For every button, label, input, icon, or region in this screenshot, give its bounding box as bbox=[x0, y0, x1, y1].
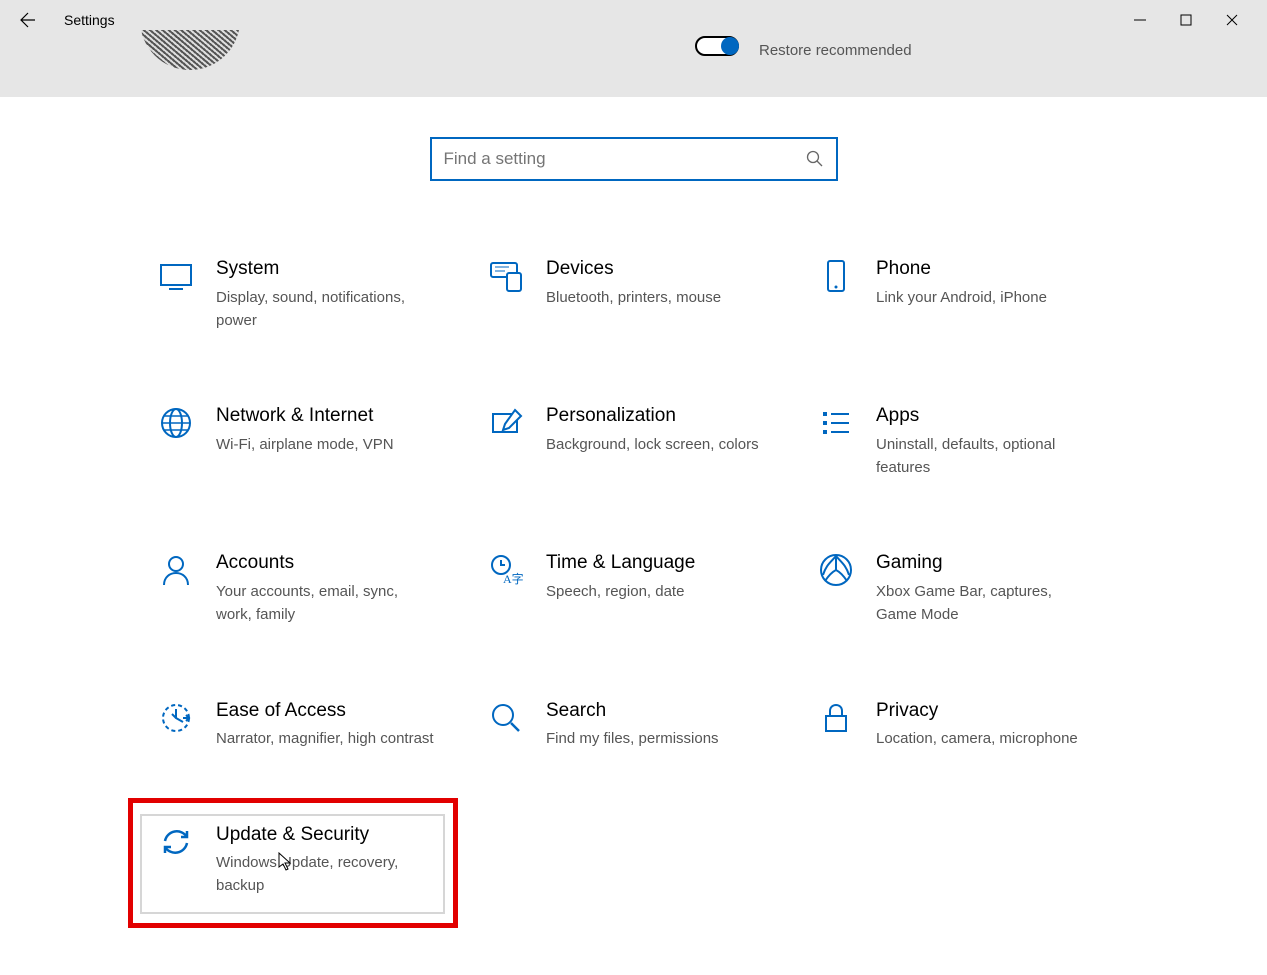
tile-privacy[interactable]: Privacy Location, camera, microphone bbox=[810, 693, 1140, 757]
tile-personalization[interactable]: Personalization Background, lock screen,… bbox=[480, 398, 810, 485]
apps-icon bbox=[816, 404, 856, 444]
search-tile-icon bbox=[486, 699, 526, 739]
tile-title: Ease of Access bbox=[216, 699, 434, 724]
tile-ease-of-access[interactable]: Ease of Access Narrator, magnifier, high… bbox=[150, 693, 480, 757]
tile-phone[interactable]: Phone Link your Android, iPhone bbox=[810, 251, 1140, 338]
tile-time[interactable]: A字 Time & Language Speech, region, date bbox=[480, 545, 810, 632]
header-banner: Restore recommended bbox=[0, 40, 1267, 97]
devices-icon bbox=[486, 257, 526, 297]
avatar bbox=[140, 30, 240, 70]
tile-desc: Display, sound, notifications, power bbox=[216, 286, 436, 333]
search-icon bbox=[806, 150, 824, 168]
tile-desc: Xbox Game Bar, captures, Game Mode bbox=[876, 580, 1096, 627]
tile-title: Phone bbox=[876, 257, 1047, 282]
tile-update-security[interactable]: Update & Security Windows Update, recove… bbox=[150, 817, 480, 904]
time-language-icon: A字 bbox=[486, 551, 526, 591]
maximize-icon bbox=[1180, 14, 1192, 26]
tile-title: Accounts bbox=[216, 551, 436, 576]
search-input[interactable] bbox=[444, 149, 806, 169]
maximize-button[interactable] bbox=[1163, 4, 1209, 36]
tile-title: System bbox=[216, 257, 436, 282]
restore-toggle[interactable] bbox=[695, 36, 739, 56]
tile-accounts[interactable]: Accounts Your accounts, email, sync, wor… bbox=[150, 545, 480, 632]
search-box[interactable] bbox=[430, 137, 838, 181]
privacy-icon bbox=[816, 699, 856, 739]
update-security-icon bbox=[156, 823, 196, 863]
tile-title: Network & Internet bbox=[216, 404, 394, 429]
tile-title: Time & Language bbox=[546, 551, 695, 576]
minimize-button[interactable] bbox=[1117, 4, 1163, 36]
tile-desc: Your accounts, email, sync, work, family bbox=[216, 580, 436, 627]
tile-title: Privacy bbox=[876, 699, 1078, 724]
window-title: Settings bbox=[64, 12, 115, 28]
phone-icon bbox=[816, 257, 856, 297]
tile-network[interactable]: Network & Internet Wi-Fi, airplane mode,… bbox=[150, 398, 480, 485]
tile-title: Search bbox=[546, 699, 719, 724]
tile-title: Devices bbox=[546, 257, 721, 282]
tile-desc: Uninstall, defaults, optional features bbox=[876, 433, 1096, 480]
tile-desc: Wi-Fi, airplane mode, VPN bbox=[216, 433, 394, 456]
tile-desc: Background, lock screen, colors bbox=[546, 433, 759, 456]
tile-desc: Link your Android, iPhone bbox=[876, 286, 1047, 309]
tile-system[interactable]: System Display, sound, notifications, po… bbox=[150, 251, 480, 338]
tile-desc: Windows Update, recovery, backup bbox=[216, 851, 436, 898]
tile-title: Apps bbox=[876, 404, 1096, 429]
svg-text:A字: A字 bbox=[503, 571, 524, 586]
tile-apps[interactable]: Apps Uninstall, defaults, optional featu… bbox=[810, 398, 1140, 485]
tile-search[interactable]: Search Find my files, permissions bbox=[480, 693, 810, 757]
restore-toggle-label: Restore recommended bbox=[759, 40, 912, 61]
system-icon bbox=[156, 257, 196, 297]
tile-title: Update & Security bbox=[216, 823, 436, 848]
tile-title: Personalization bbox=[546, 404, 759, 429]
tile-desc: Bluetooth, printers, mouse bbox=[546, 286, 721, 309]
gaming-icon bbox=[816, 551, 856, 591]
tile-desc: Location, camera, microphone bbox=[876, 727, 1078, 750]
tile-gaming[interactable]: Gaming Xbox Game Bar, captures, Game Mod… bbox=[810, 545, 1140, 632]
tile-title: Gaming bbox=[876, 551, 1096, 576]
close-button[interactable] bbox=[1209, 4, 1255, 36]
settings-grid: System Display, sound, notifications, po… bbox=[0, 181, 1267, 904]
ease-of-access-icon bbox=[156, 699, 196, 739]
personalization-icon bbox=[486, 404, 526, 444]
tile-desc: Speech, region, date bbox=[546, 580, 695, 603]
back-arrow-icon bbox=[20, 12, 36, 28]
accounts-icon bbox=[156, 551, 196, 591]
minimize-icon bbox=[1134, 14, 1146, 26]
tile-devices[interactable]: Devices Bluetooth, printers, mouse bbox=[480, 251, 810, 338]
network-icon bbox=[156, 404, 196, 444]
tile-desc: Find my files, permissions bbox=[546, 727, 719, 750]
back-button[interactable] bbox=[12, 4, 44, 36]
tile-desc: Narrator, magnifier, high contrast bbox=[216, 727, 434, 750]
close-icon bbox=[1226, 14, 1238, 26]
